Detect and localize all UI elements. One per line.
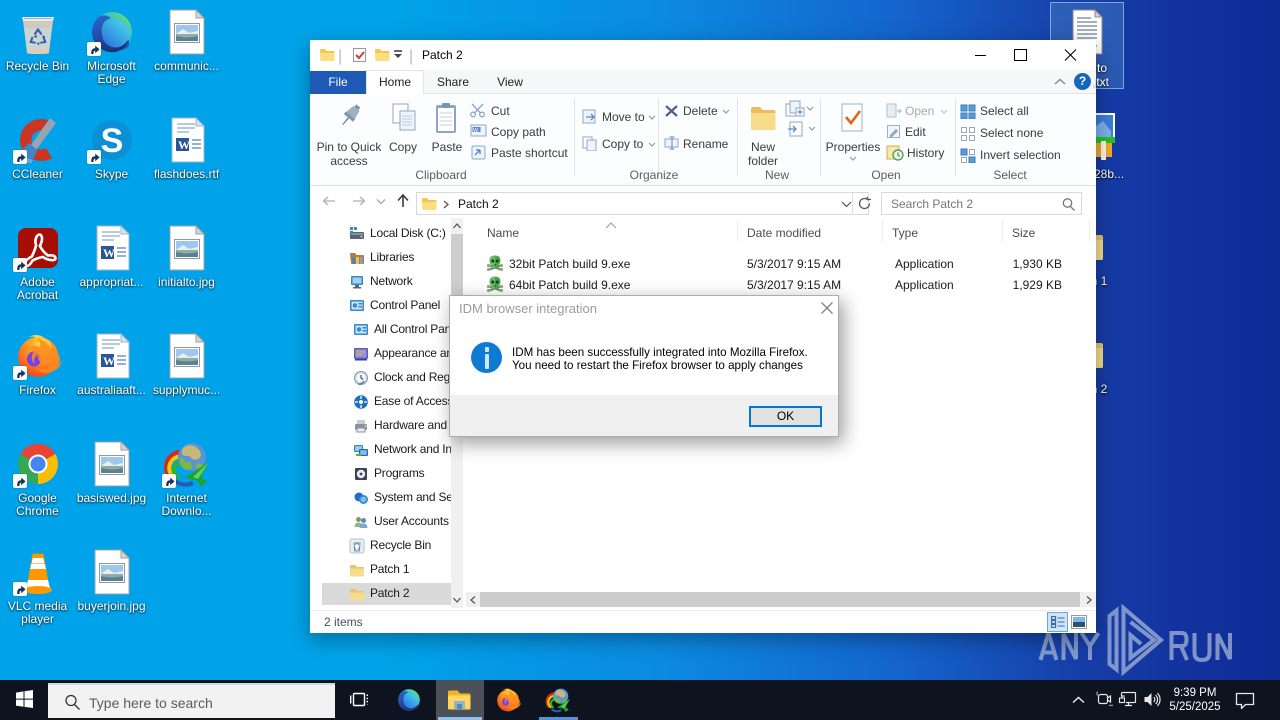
svg-text:9:39 PM: 9:39 PM <box>1174 687 1217 699</box>
svg-text:5/25/2025: 5/25/2025 <box>1169 701 1220 713</box>
svg-text:W: W <box>473 128 479 134</box>
